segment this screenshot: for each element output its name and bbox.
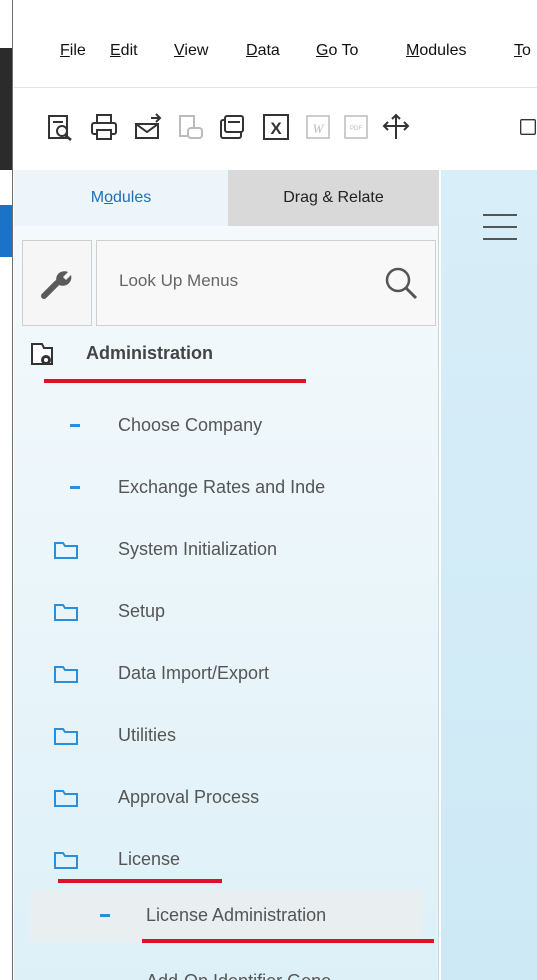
folder-icon — [54, 542, 78, 559]
leaf-dash-icon — [70, 424, 80, 427]
tab-modules[interactable]: Modules — [14, 170, 228, 226]
preview-icon[interactable] — [42, 109, 78, 145]
word-icon: W — [300, 109, 336, 145]
administration-module-icon — [31, 343, 53, 365]
toolbar: X W PDF — [14, 88, 537, 170]
tab-drag-relate[interactable]: Drag & Relate — [228, 170, 439, 226]
toolbar-next-icon[interactable] — [518, 109, 537, 145]
tree-item-choose-company[interactable]: Choose Company — [14, 404, 439, 448]
tree-item-label: License — [118, 849, 181, 869]
search-icon[interactable] — [381, 263, 421, 303]
tree-item-label: Data Import/Export — [118, 663, 270, 683]
tree-item-license-administration[interactable]: License Administration — [30, 890, 422, 942]
window-edge-dark-block — [0, 48, 12, 170]
tree-root-administration[interactable]: Administration — [14, 326, 439, 382]
folder-icon — [54, 728, 78, 745]
menu-file[interactable]: File — [60, 42, 86, 60]
leaf-dash-icon — [100, 914, 110, 917]
search-row: Look Up Menus — [22, 240, 436, 326]
pdf-icon: PDF — [338, 109, 374, 145]
menu-modules[interactable]: Modules — [406, 42, 466, 60]
window-edge-blue-block — [0, 205, 12, 257]
window-border — [12, 0, 13, 980]
tree-folder-data-import-export[interactable]: Data Import/Export — [14, 652, 439, 696]
annotation-underline-license — [58, 879, 222, 883]
menu-go-to[interactable]: Go To — [316, 42, 358, 60]
leaf-dash-icon — [70, 486, 80, 489]
tree-item-label: Choose Company — [118, 415, 263, 435]
excel-icon[interactable]: X — [258, 109, 294, 145]
window-edge — [0, 0, 12, 980]
email-icon[interactable] — [130, 109, 166, 145]
tab-drag-relate-label: Drag & Relate — [283, 189, 384, 206]
folder-icon — [54, 666, 78, 683]
pdf-glyph: PDF — [350, 126, 362, 132]
tree-item-label: Utilities — [118, 725, 177, 745]
tree-folder-license[interactable]: License — [14, 838, 439, 882]
tree-item-label: License Administration — [146, 905, 327, 925]
tree-root-label: Administration — [86, 343, 214, 363]
tree-folder-approval-process[interactable]: Approval Process — [14, 776, 439, 820]
modules-sidebar: Look Up Menus Administration Choose Comp… — [14, 226, 439, 980]
tree-folder-setup[interactable]: Setup — [14, 590, 439, 634]
sidebar-tabs: Modules Drag & Relate — [14, 170, 439, 226]
tree-item-label: Setup — [118, 601, 166, 621]
annotation-underline-administration — [44, 379, 306, 383]
wrench-icon — [41, 271, 72, 299]
tree-item-label: Add-On Identifier Gene — [146, 971, 331, 980]
search-placeholder: Look Up Menus — [119, 271, 239, 290]
menu-tools[interactable]: To — [514, 42, 531, 60]
excel-glyph: X — [270, 119, 282, 138]
layers-icon[interactable] — [214, 109, 250, 145]
folder-icon — [54, 604, 78, 621]
tree-item-label: Approval Process — [118, 787, 260, 807]
word-glyph: W — [313, 121, 325, 136]
annotation-underline-license-administration — [142, 939, 434, 943]
tree-item-label: System Initialization — [118, 539, 278, 559]
tab-modules-label: Modules — [90, 189, 152, 206]
tree-item-exchange-rates[interactable]: Exchange Rates and Inde — [14, 466, 439, 510]
menu-view[interactable]: View — [174, 42, 208, 60]
tree-folder-system-initialization[interactable]: System Initialization — [14, 528, 439, 572]
move-icon[interactable] — [378, 109, 414, 145]
folder-icon — [54, 790, 78, 807]
main-workspace — [441, 170, 537, 980]
folder-icon — [54, 852, 78, 869]
hamburger-menu-icon[interactable] — [477, 208, 523, 248]
menu-data[interactable]: Data — [246, 42, 280, 60]
tree-folder-utilities[interactable]: Utilities — [14, 714, 439, 758]
tree-item-add-on-identifier[interactable]: Add-On Identifier Gene — [14, 960, 439, 980]
menu-bar: File Edit View Data Go To Modules To — [14, 0, 537, 88]
print-icon[interactable] — [86, 109, 122, 145]
tree-item-label: Exchange Rates and Inde — [118, 477, 326, 497]
menu-edit[interactable]: Edit — [110, 42, 138, 60]
wrench-button[interactable] — [22, 240, 92, 326]
send-message-icon — [172, 109, 208, 145]
search-input[interactable]: Look Up Menus — [96, 240, 436, 326]
